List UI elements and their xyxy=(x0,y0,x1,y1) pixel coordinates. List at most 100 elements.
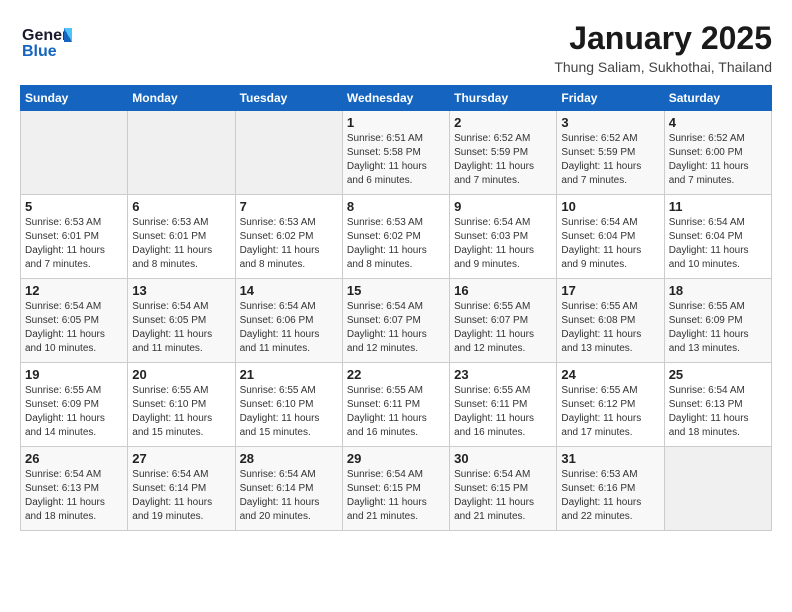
day-info: Sunrise: 6:52 AMSunset: 6:00 PMDaylight:… xyxy=(669,132,767,188)
svg-text:Blue: Blue xyxy=(22,43,57,60)
day-number: 17 xyxy=(561,283,659,298)
table-row: 21 Sunrise: 6:55 AMSunset: 6:10 PMDayligh… xyxy=(235,363,342,447)
day-info: Sunrise: 6:54 AMSunset: 6:05 PMDaylight:… xyxy=(25,300,123,356)
table-row xyxy=(235,111,342,195)
week-row-2: 5Sunrise: 6:53 AMSunset: 6:01 PMDaylight… xyxy=(21,195,772,279)
table-row: 23 Sunrise: 6:55 AMSunset: 6:11 PMDayligh… xyxy=(450,363,557,447)
day-number: 28 xyxy=(240,451,338,466)
day-info: Sunrise: 6:54 AMSunset: 6:03 PMDaylight:… xyxy=(454,216,552,272)
table-row: 7Sunrise: 6:53 AMSunset: 6:02 PMDaylight… xyxy=(235,195,342,279)
day-number: 21 xyxy=(240,367,338,382)
day-number: 7 xyxy=(240,199,338,214)
day-number: 12 xyxy=(25,283,123,298)
col-thursday: Thursday xyxy=(450,86,557,111)
table-row xyxy=(664,447,771,531)
day-number: 2 xyxy=(454,115,552,130)
day-info: Sunrise: 6:54 AMSunset: 6:07 PMDaylight:… xyxy=(347,300,445,356)
day-info: Sunrise: 6:53 AMSunset: 6:01 PMDaylight:… xyxy=(25,216,123,272)
title-block: January 2025 Thung Saliam, Sukhothai, Th… xyxy=(554,20,772,75)
week-row-1: 1 Sunrise: 6:51 AMSunset: 5:58 PMDaylight… xyxy=(21,111,772,195)
day-number: 19 xyxy=(25,367,123,382)
day-number: 24 xyxy=(561,367,659,382)
day-info: Sunrise: 6:55 AMSunset: 6:10 PMDaylight:… xyxy=(132,384,230,440)
main-title: January 2025 xyxy=(554,20,772,57)
day-number: 11 xyxy=(669,199,767,214)
day-number: 27 xyxy=(132,451,230,466)
day-info: Sunrise: 6:55 AMSunset: 6:09 PMDaylight:… xyxy=(25,384,123,440)
week-row-5: 26 Sunrise: 6:54 AMSunset: 6:13 PMDayligh… xyxy=(21,447,772,531)
day-number: 20 xyxy=(132,367,230,382)
table-row: 17 Sunrise: 6:55 AMSunset: 6:08 PMDayligh… xyxy=(557,279,664,363)
day-info: Sunrise: 6:54 AMSunset: 6:15 PMDaylight:… xyxy=(454,468,552,524)
table-row: 3 Sunrise: 6:52 AMSunset: 5:59 PMDaylight… xyxy=(557,111,664,195)
sub-title: Thung Saliam, Sukhothai, Thailand xyxy=(554,59,772,75)
table-row: 1 Sunrise: 6:51 AMSunset: 5:58 PMDaylight… xyxy=(342,111,449,195)
day-info: Sunrise: 6:54 AMSunset: 6:15 PMDaylight:… xyxy=(347,468,445,524)
table-row xyxy=(128,111,235,195)
day-info: Sunrise: 6:54 AMSunset: 6:04 PMDaylight:… xyxy=(561,216,659,272)
day-info: Sunrise: 6:55 AMSunset: 6:09 PMDaylight:… xyxy=(669,300,767,356)
day-info: Sunrise: 6:54 AMSunset: 6:14 PMDaylight:… xyxy=(132,468,230,524)
day-info: Sunrise: 6:53 AMSunset: 6:02 PMDaylight:… xyxy=(347,216,445,272)
day-info: Sunrise: 6:55 AMSunset: 6:11 PMDaylight:… xyxy=(347,384,445,440)
day-number: 23 xyxy=(454,367,552,382)
day-number: 14 xyxy=(240,283,338,298)
table-row: 13Sunrise: 6:54 AMSunset: 6:05 PMDayligh… xyxy=(128,279,235,363)
day-info: Sunrise: 6:55 AMSunset: 6:10 PMDaylight:… xyxy=(240,384,338,440)
calendar-header-row: Sunday Monday Tuesday Wednesday Thursday… xyxy=(21,86,772,111)
table-row: 12 Sunrise: 6:54 AMSunset: 6:05 PMDayligh… xyxy=(21,279,128,363)
table-row: 15 Sunrise: 6:54 AMSunset: 6:07 PMDayligh… xyxy=(342,279,449,363)
day-info: Sunrise: 6:54 AMSunset: 6:06 PMDaylight:… xyxy=(240,300,338,356)
col-tuesday: Tuesday xyxy=(235,86,342,111)
table-row: 30 Sunrise: 6:54 AMSunset: 6:15 PMDayligh… xyxy=(450,447,557,531)
day-info: Sunrise: 6:54 AMSunset: 6:14 PMDaylight:… xyxy=(240,468,338,524)
table-row: 18 Sunrise: 6:55 AMSunset: 6:09 PMDayligh… xyxy=(664,279,771,363)
table-row: 8Sunrise: 6:53 AMSunset: 6:02 PMDaylight… xyxy=(342,195,449,279)
day-number: 6 xyxy=(132,199,230,214)
table-row: 24Sunrise: 6:55 AMSunset: 6:12 PMDayligh… xyxy=(557,363,664,447)
table-row: 29 Sunrise: 6:54 AMSunset: 6:15 PMDayligh… xyxy=(342,447,449,531)
week-row-4: 19 Sunrise: 6:55 AMSunset: 6:09 PMDayligh… xyxy=(21,363,772,447)
day-number: 31 xyxy=(561,451,659,466)
table-row xyxy=(21,111,128,195)
day-number: 1 xyxy=(347,115,445,130)
table-row: 26 Sunrise: 6:54 AMSunset: 6:13 PMDayligh… xyxy=(21,447,128,531)
calendar-table: Sunday Monday Tuesday Wednesday Thursday… xyxy=(20,85,772,531)
day-number: 3 xyxy=(561,115,659,130)
day-number: 4 xyxy=(669,115,767,130)
table-row: 27 Sunrise: 6:54 AMSunset: 6:14 PMDayligh… xyxy=(128,447,235,531)
day-info: Sunrise: 6:51 AMSunset: 5:58 PMDaylight:… xyxy=(347,132,445,188)
day-info: Sunrise: 6:53 AMSunset: 6:16 PMDaylight:… xyxy=(561,468,659,524)
page-header: General Blue January 2025 Thung Saliam, … xyxy=(20,20,772,75)
day-info: Sunrise: 6:55 AMSunset: 6:11 PMDaylight:… xyxy=(454,384,552,440)
day-info: Sunrise: 6:52 AMSunset: 5:59 PMDaylight:… xyxy=(561,132,659,188)
day-number: 30 xyxy=(454,451,552,466)
table-row: 25Sunrise: 6:54 AMSunset: 6:13 PMDayligh… xyxy=(664,363,771,447)
day-info: Sunrise: 6:54 AMSunset: 6:13 PMDaylight:… xyxy=(25,468,123,524)
day-number: 26 xyxy=(25,451,123,466)
day-number: 16 xyxy=(454,283,552,298)
logo: General Blue xyxy=(20,20,72,64)
table-row: 28 Sunrise: 6:54 AMSunset: 6:14 PMDayligh… xyxy=(235,447,342,531)
day-info: Sunrise: 6:55 AMSunset: 6:08 PMDaylight:… xyxy=(561,300,659,356)
table-row: 22Sunrise: 6:55 AMSunset: 6:11 PMDayligh… xyxy=(342,363,449,447)
table-row: 2Sunrise: 6:52 AMSunset: 5:59 PMDaylight… xyxy=(450,111,557,195)
day-info: Sunrise: 6:53 AMSunset: 6:01 PMDaylight:… xyxy=(132,216,230,272)
table-row: 16Sunrise: 6:55 AMSunset: 6:07 PMDayligh… xyxy=(450,279,557,363)
table-row: 11 Sunrise: 6:54 AMSunset: 6:04 PMDayligh… xyxy=(664,195,771,279)
day-number: 29 xyxy=(347,451,445,466)
logo-icon: General Blue xyxy=(20,20,72,64)
table-row: 6 Sunrise: 6:53 AMSunset: 6:01 PMDaylight… xyxy=(128,195,235,279)
day-info: Sunrise: 6:54 AMSunset: 6:05 PMDaylight:… xyxy=(132,300,230,356)
col-saturday: Saturday xyxy=(664,86,771,111)
table-row: 10 Sunrise: 6:54 AMSunset: 6:04 PMDayligh… xyxy=(557,195,664,279)
day-number: 10 xyxy=(561,199,659,214)
day-info: Sunrise: 6:54 AMSunset: 6:04 PMDaylight:… xyxy=(669,216,767,272)
day-number: 9 xyxy=(454,199,552,214)
week-row-3: 12 Sunrise: 6:54 AMSunset: 6:05 PMDayligh… xyxy=(21,279,772,363)
col-wednesday: Wednesday xyxy=(342,86,449,111)
day-number: 18 xyxy=(669,283,767,298)
col-friday: Friday xyxy=(557,86,664,111)
table-row: 14 Sunrise: 6:54 AMSunset: 6:06 PMDayligh… xyxy=(235,279,342,363)
day-number: 15 xyxy=(347,283,445,298)
